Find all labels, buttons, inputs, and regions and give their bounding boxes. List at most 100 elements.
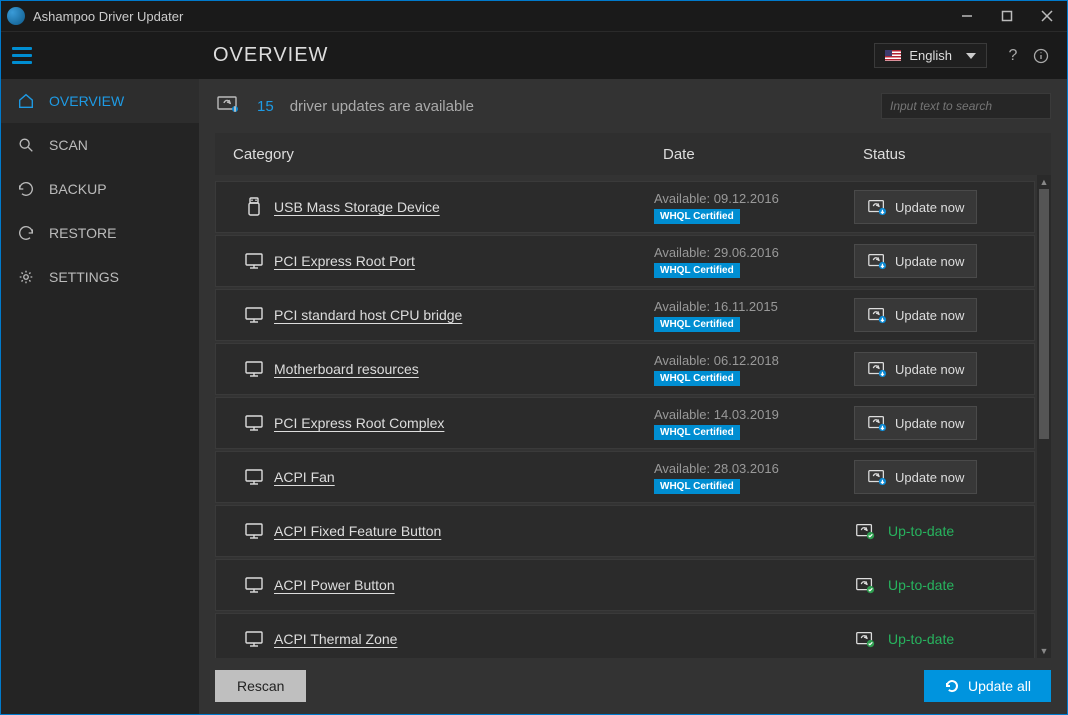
svg-text:i: i <box>234 107 235 113</box>
driver-status-cell: Update now <box>854 298 1016 332</box>
monitor-icon <box>234 574 274 596</box>
search-input[interactable] <box>890 99 1047 113</box>
maximize-button[interactable] <box>987 1 1027 31</box>
app-window: Ashampoo Driver Updater OVERVIEW English… <box>0 0 1068 715</box>
update-now-button[interactable]: Update now <box>854 460 977 494</box>
whql-badge: WHQL Certified <box>654 479 740 494</box>
update-now-button[interactable]: Update now <box>854 352 977 386</box>
update-now-label: Update now <box>895 470 964 485</box>
language-label: English <box>909 48 952 63</box>
close-button[interactable] <box>1027 1 1067 31</box>
sidebar-item-overview[interactable]: OVERVIEW <box>1 79 199 123</box>
driver-status-cell: Update now <box>854 352 1016 386</box>
scrollbar-thumb[interactable] <box>1039 189 1049 439</box>
sidebar-item-label: BACKUP <box>49 181 107 197</box>
info-button[interactable] <box>1027 48 1055 64</box>
monitor-icon <box>234 520 274 542</box>
col-header-category: Category <box>233 146 663 163</box>
whql-badge: WHQL Certified <box>654 263 740 278</box>
driver-name-link[interactable]: ACPI Fixed Feature Button <box>274 523 654 539</box>
update-now-button[interactable]: Update now <box>854 406 977 440</box>
driver-name-link[interactable]: USB Mass Storage Device <box>274 199 654 215</box>
update-now-button[interactable]: Update now <box>854 298 977 332</box>
driver-date-cell: Available: 14.03.2019WHQL Certified <box>654 407 854 440</box>
scroll-down-icon[interactable]: ▼ <box>1037 644 1051 658</box>
update-now-label: Update now <box>895 254 964 269</box>
driver-name-link[interactable]: ACPI Thermal Zone <box>274 631 654 647</box>
update-now-label: Update now <box>895 308 964 323</box>
available-date: Available: 29.06.2016 <box>654 245 779 260</box>
driver-date-cell: Available: 29.06.2016 WHQL Certified <box>654 245 854 278</box>
sidebar-item-label: SETTINGS <box>49 269 119 285</box>
table-row: ACPI Power Button Up-to-date <box>215 559 1035 611</box>
vertical-scrollbar[interactable]: ▲ ▼ <box>1037 175 1051 658</box>
driver-name-link[interactable]: PCI Express Root Complex <box>274 415 654 431</box>
update-now-button[interactable]: Update now <box>854 190 977 224</box>
driver-name-link[interactable]: Motherboard resources <box>274 361 654 377</box>
table-row: ACPI FanAvailable: 28.03.2016 WHQL Certif… <box>215 451 1035 503</box>
app-logo-icon <box>7 7 25 25</box>
table-row: USB Mass Storage DeviceAvailable: 09.12.… <box>215 181 1035 233</box>
titlebar: Ashampoo Driver Updater <box>1 1 1067 31</box>
update-all-label: Update all <box>968 678 1031 694</box>
update-now-button[interactable]: Update now <box>854 244 977 278</box>
up-to-date-label: Up-to-date <box>888 577 954 593</box>
sidebar-item-scan[interactable]: SCAN <box>1 123 199 167</box>
up-to-date-label: Up-to-date <box>888 631 954 647</box>
table-row: ACPI Fixed Feature Button Up-to-date <box>215 505 1035 557</box>
table-row: PCI Express Root ComplexAvailable: 14.03… <box>215 397 1035 449</box>
col-header-status: Status <box>863 146 1033 163</box>
search-box[interactable] <box>881 93 1051 119</box>
usb-icon <box>234 196 274 218</box>
up-to-date-status: Up-to-date <box>854 628 954 650</box>
refresh-icon <box>944 678 960 694</box>
footer: Rescan Update all <box>199 658 1067 714</box>
language-selector[interactable]: English <box>874 43 987 68</box>
scroll-up-icon[interactable]: ▲ <box>1037 175 1051 189</box>
help-button[interactable]: ? <box>999 47 1027 65</box>
monitor-icon <box>234 250 274 272</box>
driver-status-cell: Update now <box>854 406 1016 440</box>
sidebar-item-settings[interactable]: SETTINGS <box>1 255 199 299</box>
main-panel: i 15 driver updates are available Catego… <box>199 79 1067 714</box>
page-title: OVERVIEW <box>213 44 328 67</box>
driver-status-cell: Up-to-date <box>854 574 1016 596</box>
driver-table: Category Date Status USB Mass Storage De… <box>199 133 1067 658</box>
sidebar-item-restore[interactable]: RESTORE <box>1 211 199 255</box>
sidebar-item-label: RESTORE <box>49 225 116 241</box>
update-count: 15 <box>257 98 274 115</box>
table-row: PCI standard host CPU bridgeAvailable: 1… <box>215 289 1035 341</box>
driver-name-link[interactable]: PCI standard host CPU bridge <box>274 307 654 323</box>
table-row: Motherboard resourcesAvailable: 06.12.20… <box>215 343 1035 395</box>
available-date: Available: 09.12.2016 <box>654 191 779 206</box>
rescan-button[interactable]: Rescan <box>215 670 306 702</box>
window-title: Ashampoo Driver Updater <box>33 9 947 24</box>
driver-name-link[interactable]: PCI Express Root Port <box>274 253 654 269</box>
available-date: Available: 28.03.2016 <box>654 461 779 476</box>
monitor-icon <box>234 628 274 650</box>
driver-status-cell: Update now <box>854 190 1016 224</box>
driver-status-cell: Up-to-date <box>854 628 1016 650</box>
update-now-label: Update now <box>895 362 964 377</box>
available-date: Available: 16.11.2015 <box>654 299 778 314</box>
update-all-button[interactable]: Update all <box>924 670 1051 702</box>
driver-date-cell: Available: 28.03.2016 WHQL Certified <box>654 461 854 494</box>
sub-header: i 15 driver updates are available <box>199 79 1067 133</box>
driver-date-cell: Available: 06.12.2018WHQL Certified <box>654 353 854 386</box>
driver-refresh-icon: i <box>215 91 241 122</box>
sidebar-item-backup[interactable]: BACKUP <box>1 167 199 211</box>
sidebar: OVERVIEW SCAN BACKUP RESTORE SETTINGS <box>1 79 199 714</box>
whql-badge: WHQL Certified <box>654 317 740 332</box>
driver-status-cell: Up-to-date <box>854 520 1016 542</box>
sidebar-item-label: OVERVIEW <box>49 93 124 109</box>
monitor-icon <box>234 466 274 488</box>
driver-name-link[interactable]: ACPI Fan <box>274 469 654 485</box>
whql-badge: WHQL Certified <box>654 425 740 440</box>
col-header-date: Date <box>663 146 863 163</box>
up-to-date-label: Up-to-date <box>888 523 954 539</box>
minimize-button[interactable] <box>947 1 987 31</box>
table-header: Category Date Status <box>215 133 1051 175</box>
menu-toggle-button[interactable] <box>1 32 43 79</box>
driver-name-link[interactable]: ACPI Power Button <box>274 577 654 593</box>
monitor-icon <box>234 412 274 434</box>
